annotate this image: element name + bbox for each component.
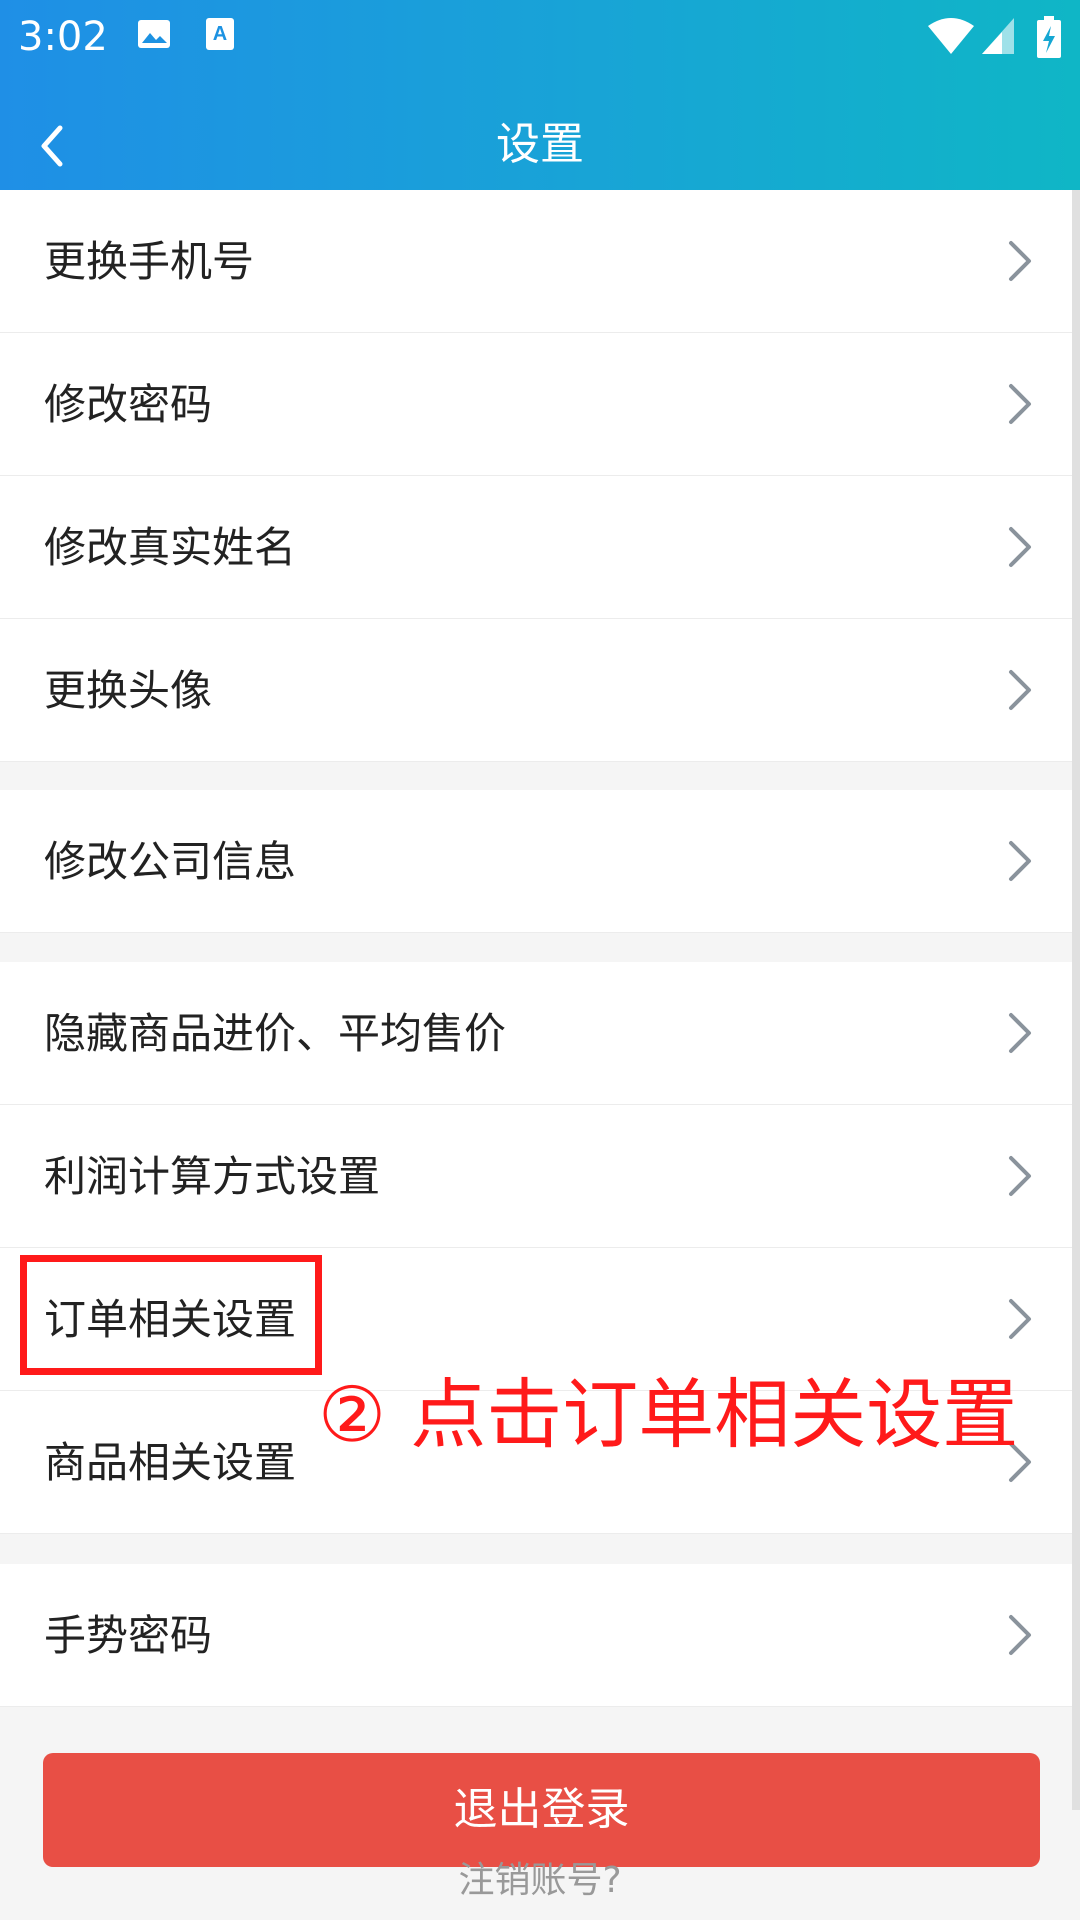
menu-item-hide-prices[interactable]: 隐藏商品进价、平均售价 (0, 962, 1074, 1105)
chevron-right-icon (1009, 1615, 1031, 1655)
a-icon: A (206, 18, 234, 50)
logout-button[interactable]: 退出登录 (43, 1753, 1040, 1867)
menu-item-label: 修改公司信息 (44, 837, 297, 886)
chevron-right-icon (1009, 1013, 1031, 1053)
menu-item-change-avatar[interactable]: 更换头像 (0, 619, 1074, 762)
page-title: 设置 (496, 119, 584, 170)
menu-item-change-phone[interactable]: 更换手机号 (0, 190, 1074, 333)
status-time: 3:02 (18, 14, 108, 60)
menu-item-label: 利润计算方式设置 (44, 1152, 381, 1201)
tutorial-annotation: ② 点击订单相关设置 (318, 1370, 1019, 1459)
cancel-account-link[interactable]: 注销账号? (0, 1856, 1080, 1906)
svg-text:A: A (213, 23, 227, 45)
menu-item-company-info[interactable]: 修改公司信息 (0, 790, 1074, 933)
menu-item-change-password[interactable]: 修改密码 (0, 333, 1074, 476)
menu-item-label: 更换头像 (44, 666, 213, 715)
chevron-right-icon (1009, 241, 1031, 281)
chevron-right-icon (1009, 1299, 1031, 1339)
menu-item-change-real-name[interactable]: 修改真实姓名 (0, 476, 1074, 619)
settings-list: 更换手机号 修改密码 修改真实姓名 更换头像 修改公司信息 隐藏商品进价、平均售… (0, 190, 1074, 1920)
menu-item-profit-calculation[interactable]: 利润计算方式设置 (0, 1105, 1074, 1248)
menu-item-label: 修改真实姓名 (44, 523, 297, 572)
chevron-right-icon (1009, 670, 1031, 710)
menu-item-label: 更换手机号 (44, 237, 255, 286)
chevron-right-icon (1009, 841, 1031, 881)
menu-item-label: 商品相关设置 (44, 1438, 297, 1487)
chevron-right-icon (1009, 384, 1031, 424)
wifi-icon (928, 18, 974, 54)
chevron-right-icon (1009, 1156, 1031, 1196)
title-bar: 设置 (0, 100, 1080, 190)
menu-item-label: 隐藏商品进价、平均售价 (44, 1009, 507, 1058)
chevron-right-icon (1009, 527, 1031, 567)
battery-icon (1037, 16, 1061, 58)
image-icon (138, 20, 170, 48)
app-header: 3:02 A 设置 (0, 0, 1080, 222)
signal-icon (982, 18, 1014, 54)
tutorial-highlight-box (20, 1255, 322, 1375)
menu-item-label: 手势密码 (44, 1611, 213, 1660)
scrollbar[interactable] (1072, 190, 1080, 1810)
status-bar: 3:02 A (0, 0, 1080, 74)
menu-item-gesture-password[interactable]: 手势密码 (0, 1564, 1074, 1707)
menu-item-label: 修改密码 (44, 380, 213, 429)
